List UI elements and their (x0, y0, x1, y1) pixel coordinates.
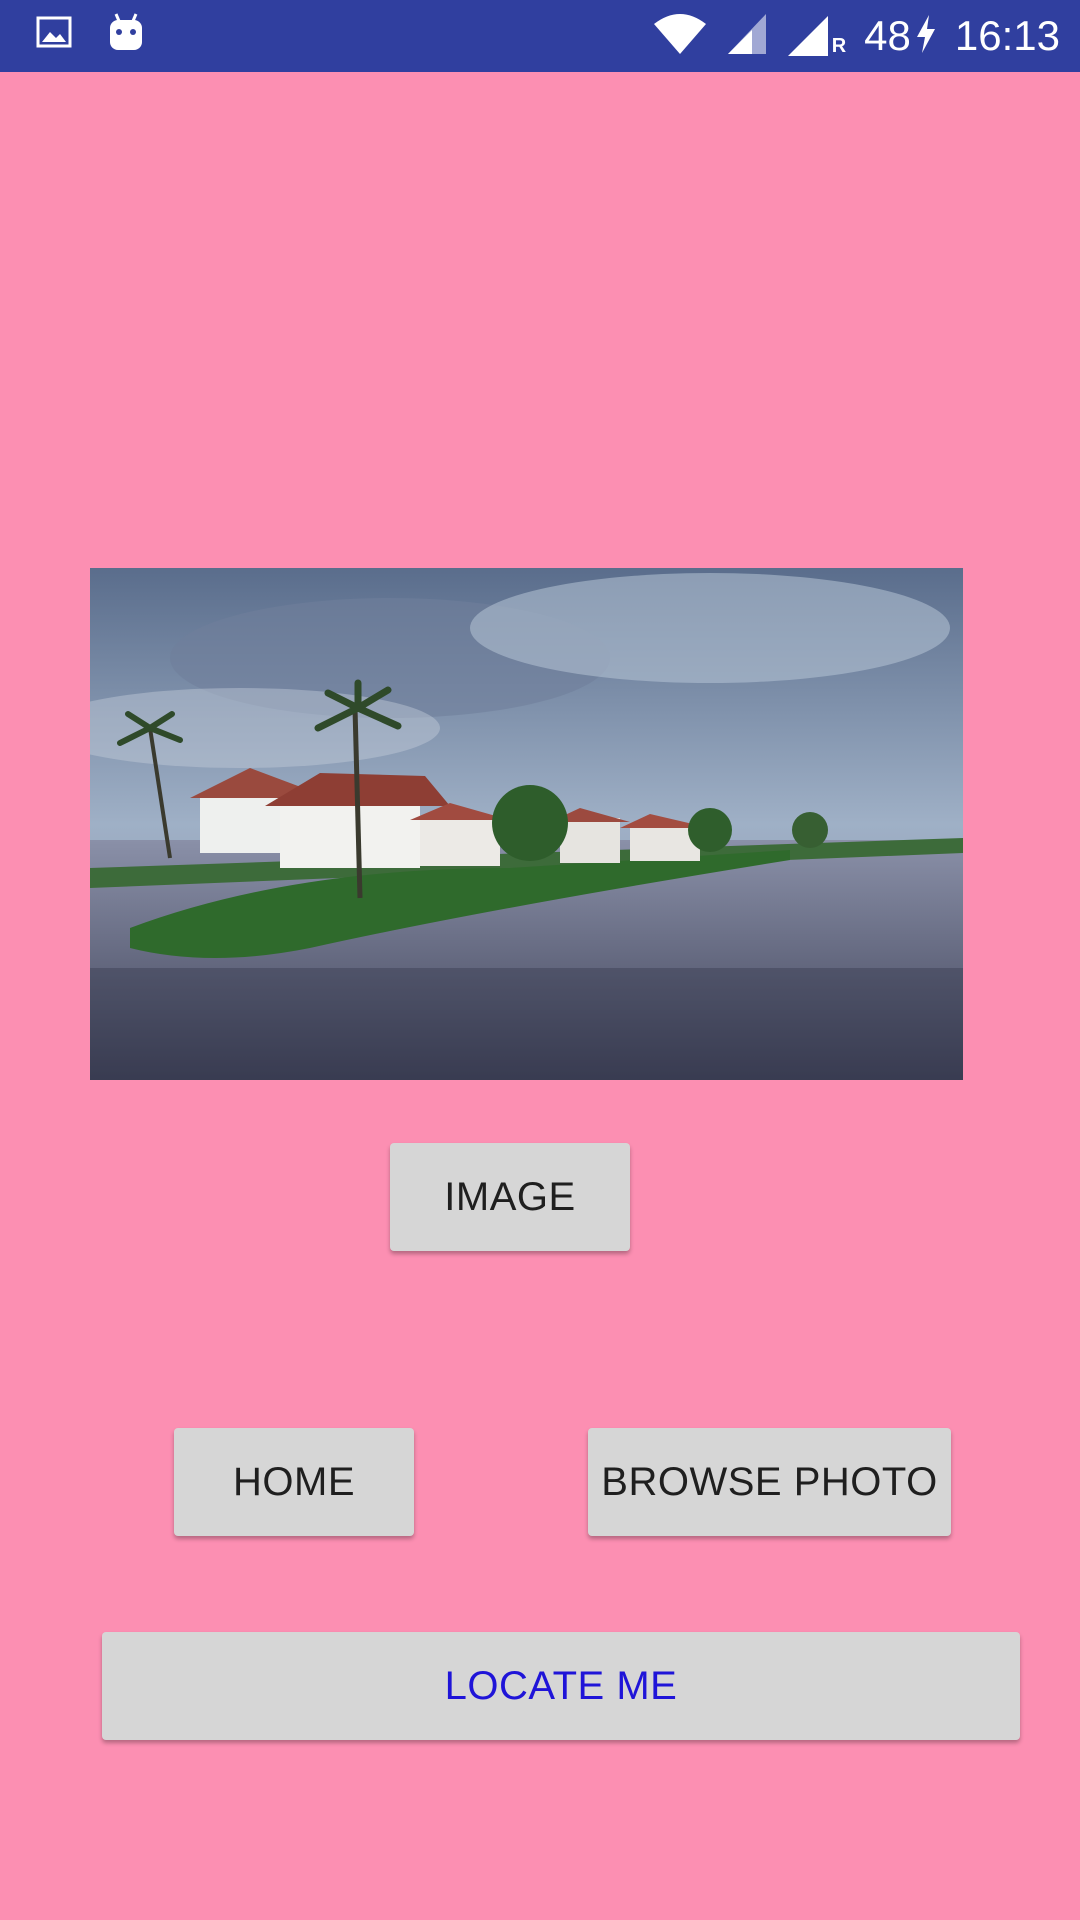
battery-level: 48 (864, 12, 911, 59)
clock: 16:13 (954, 12, 1060, 59)
landscape-photo (90, 568, 963, 1080)
gallery-icon (36, 14, 72, 55)
image-button[interactable]: IMAGE (390, 1143, 630, 1251)
signal-roaming-icon: R (786, 14, 846, 58)
charging-icon (915, 14, 937, 58)
status-bar: R 48 16:13 (0, 0, 1080, 72)
signal-icon (726, 12, 768, 61)
home-button[interactable]: HOME (174, 1428, 414, 1536)
wifi-icon (652, 12, 708, 61)
battery-indicator: 48 (864, 12, 937, 60)
locate-me-button[interactable]: LOCATE ME (102, 1632, 1020, 1740)
android-icon (106, 12, 146, 59)
browse-photo-button[interactable]: BROWSE PHOTO (588, 1428, 951, 1536)
